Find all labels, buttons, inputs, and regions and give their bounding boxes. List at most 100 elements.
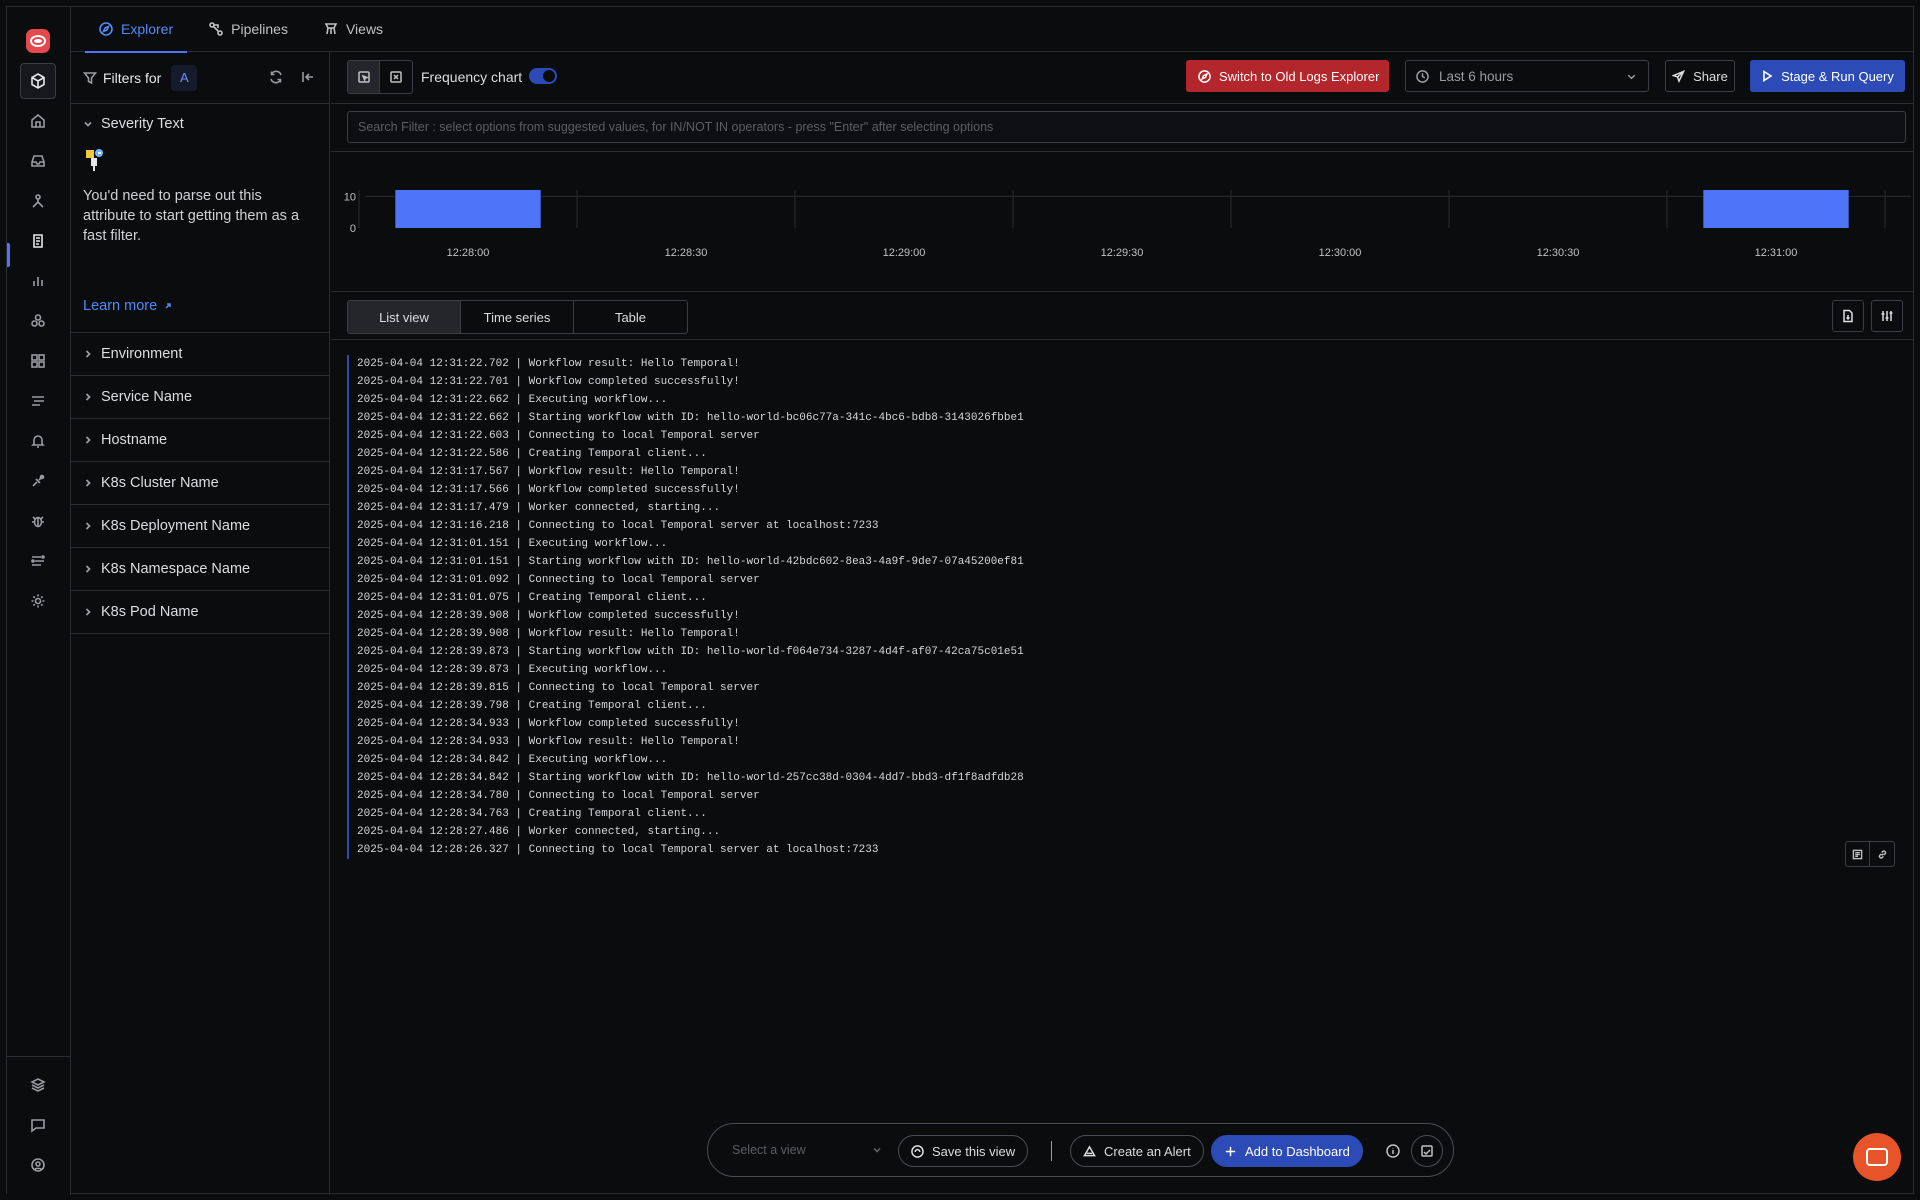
metrics-icon[interactable] bbox=[20, 263, 56, 299]
app-logo[interactable] bbox=[26, 29, 50, 53]
log-line[interactable]: 2025-04-04 12:28:34.842 | Executing work… bbox=[347, 751, 1906, 769]
chat-icon bbox=[1866, 1148, 1888, 1166]
log-line[interactable]: 2025-04-04 12:28:34.933 | Workflow resul… bbox=[347, 733, 1906, 751]
log-line[interactable]: 2025-04-04 12:28:39.873 | Executing work… bbox=[347, 661, 1906, 679]
format-options-icon[interactable] bbox=[1871, 300, 1903, 332]
tab-explorer[interactable]: Explorer bbox=[85, 7, 188, 53]
services-icon[interactable] bbox=[20, 183, 56, 219]
log-line[interactable]: 2025-04-04 12:31:22.702 | Workflow resul… bbox=[347, 355, 1906, 373]
info-icon[interactable] bbox=[1386, 1144, 1400, 1158]
select-view-placeholder: Select a view bbox=[732, 1143, 806, 1157]
switch-old-explorer-button[interactable]: Switch to Old Logs Explorer bbox=[1186, 60, 1389, 92]
tab-pipelines[interactable]: Pipelines bbox=[195, 7, 302, 52]
logs-explorer-icon[interactable] bbox=[20, 63, 56, 99]
tab-time-series[interactable]: Time series bbox=[461, 301, 574, 333]
tab-views[interactable]: Views bbox=[310, 7, 397, 52]
log-line[interactable]: 2025-04-04 12:28:39.798 | Creating Tempo… bbox=[347, 697, 1906, 715]
facet-k8s-pod-name[interactable]: K8s Pod Name bbox=[71, 591, 329, 634]
log-line[interactable]: 2025-04-04 12:28:39.815 | Connecting to … bbox=[347, 679, 1906, 697]
chevron-down-icon bbox=[1627, 74, 1636, 79]
stage-run-query-button[interactable]: Stage & Run Query bbox=[1750, 60, 1905, 92]
settings-icon[interactable] bbox=[20, 583, 56, 619]
x-tick-label: 12:30:00 bbox=[1319, 247, 1362, 259]
log-line[interactable]: 2025-04-04 12:28:34.780 | Connecting to … bbox=[347, 787, 1906, 805]
log-line[interactable]: 2025-04-04 12:31:17.479 | Worker connect… bbox=[347, 499, 1906, 517]
chart-bar bbox=[395, 190, 541, 228]
inbox-icon[interactable] bbox=[20, 143, 56, 179]
log-line[interactable]: 2025-04-04 12:28:34.842 | Starting workf… bbox=[347, 769, 1906, 787]
log-line[interactable]: 2025-04-04 12:31:01.092 | Connecting to … bbox=[347, 571, 1906, 589]
chat-support-button[interactable] bbox=[1853, 1133, 1901, 1181]
log-row-actions bbox=[1845, 841, 1895, 867]
tab-list-view[interactable]: List view bbox=[348, 301, 461, 333]
logs-icon[interactable] bbox=[20, 223, 56, 259]
user-icon[interactable] bbox=[20, 1147, 56, 1183]
log-line[interactable]: 2025-04-04 12:31:17.566 | Workflow compl… bbox=[347, 481, 1906, 499]
log-line[interactable]: 2025-04-04 12:31:17.567 | Workflow resul… bbox=[347, 463, 1906, 481]
frequency-chart-toggle[interactable] bbox=[529, 68, 557, 84]
log-line[interactable]: 2025-04-04 12:31:22.662 | Executing work… bbox=[347, 391, 1906, 409]
log-line[interactable]: 2025-04-04 12:28:34.933 | Workflow compl… bbox=[347, 715, 1906, 733]
download-icon[interactable] bbox=[1832, 300, 1864, 332]
link-icon[interactable] bbox=[1870, 842, 1894, 866]
dashboards-icon[interactable] bbox=[20, 343, 56, 379]
traces-icon[interactable] bbox=[20, 383, 56, 419]
log-line[interactable]: 2025-04-04 12:31:22.586 | Creating Tempo… bbox=[347, 445, 1906, 463]
facet-k8s-deployment-name[interactable]: K8s Deployment Name bbox=[71, 505, 329, 548]
time-range-select[interactable]: Last 6 hours bbox=[1405, 60, 1649, 92]
feedback-icon[interactable] bbox=[20, 1107, 56, 1143]
pipeline-icon bbox=[209, 22, 223, 36]
alerts-icon[interactable] bbox=[20, 423, 56, 459]
bottom-divider bbox=[1051, 1141, 1052, 1161]
facet-hostname[interactable]: Hostname bbox=[71, 419, 329, 462]
context-icon[interactable] bbox=[1846, 842, 1870, 866]
log-line[interactable]: 2025-04-04 12:31:01.151 | Starting workf… bbox=[347, 553, 1906, 571]
layers-icon[interactable] bbox=[20, 1067, 56, 1103]
create-alert-button[interactable]: Create an Alert bbox=[1070, 1135, 1204, 1167]
log-line[interactable]: 2025-04-04 12:31:22.701 | Workflow compl… bbox=[347, 373, 1906, 391]
save-view-button[interactable]: Save this view bbox=[898, 1135, 1029, 1167]
facet-k8s-cluster-name[interactable]: K8s Cluster Name bbox=[71, 462, 329, 505]
log-line[interactable]: 2025-04-04 12:31:22.603 | Connecting to … bbox=[347, 427, 1906, 445]
refresh-icon[interactable] bbox=[269, 70, 285, 86]
log-line[interactable]: 2025-04-04 12:31:01.075 | Creating Tempo… bbox=[347, 589, 1906, 607]
log-line[interactable]: 2025-04-04 12:28:26.327 | Connecting to … bbox=[347, 841, 1906, 859]
log-line[interactable]: 2025-04-04 12:28:34.763 | Creating Tempo… bbox=[347, 805, 1906, 823]
log-line[interactable]: 2025-04-04 12:28:27.486 | Worker connect… bbox=[347, 823, 1906, 841]
collapse-panel-icon[interactable] bbox=[301, 70, 317, 86]
facet-label: K8s Pod Name bbox=[101, 604, 199, 620]
time-range-value: Last 6 hours bbox=[1439, 68, 1514, 84]
facet-k8s-namespace-name[interactable]: K8s Namespace Name bbox=[71, 548, 329, 591]
query-builder-icon[interactable] bbox=[348, 61, 380, 93]
facet-service-name[interactable]: Service Name bbox=[71, 376, 329, 419]
log-line[interactable]: 2025-04-04 12:31:22.662 | Starting workf… bbox=[347, 409, 1906, 427]
severity-header[interactable]: Severity Text bbox=[83, 116, 317, 132]
rail-divider bbox=[7, 1056, 71, 1057]
plus-icon bbox=[1225, 1146, 1236, 1156]
log-line[interactable]: 2025-04-04 12:31:16.218 | Connecting to … bbox=[347, 517, 1906, 535]
pipelines-icon[interactable] bbox=[20, 463, 56, 499]
share-button[interactable]: Share bbox=[1665, 60, 1735, 92]
integrations-icon[interactable] bbox=[20, 303, 56, 339]
learn-more-link[interactable]: Learn more bbox=[83, 298, 317, 314]
select-view-dropdown[interactable]: Select a view bbox=[732, 1143, 882, 1157]
save-query-icon[interactable] bbox=[1411, 1135, 1443, 1167]
grid-select-icon[interactable] bbox=[380, 61, 412, 93]
query-toolbar: Frequency chart Switch to Old Logs Explo… bbox=[331, 52, 1913, 104]
chevron-right-icon bbox=[85, 436, 91, 444]
log-line[interactable]: 2025-04-04 12:31:01.151 | Executing work… bbox=[347, 535, 1906, 553]
log-line[interactable]: 2025-04-04 12:28:39.908 | Workflow resul… bbox=[347, 625, 1906, 643]
facet-environment[interactable]: Environment bbox=[71, 333, 329, 376]
add-to-dashboard-button[interactable]: Add to Dashboard bbox=[1211, 1135, 1363, 1167]
log-line[interactable]: 2025-04-04 12:28:39.908 | Workflow compl… bbox=[347, 607, 1906, 625]
x-tick-label: 12:29:30 bbox=[1101, 247, 1144, 259]
tab-table[interactable]: Table bbox=[574, 301, 687, 333]
exceptions-icon[interactable] bbox=[20, 503, 56, 539]
severity-label: Severity Text bbox=[101, 116, 184, 132]
messaging-icon[interactable] bbox=[20, 543, 56, 579]
query-badge[interactable]: A bbox=[171, 64, 198, 91]
search-filter-input[interactable] bbox=[358, 120, 1895, 134]
log-line[interactable]: 2025-04-04 12:28:39.873 | Starting workf… bbox=[347, 643, 1906, 661]
home-icon[interactable] bbox=[20, 103, 56, 139]
filters-header: Filters for A bbox=[71, 52, 329, 104]
